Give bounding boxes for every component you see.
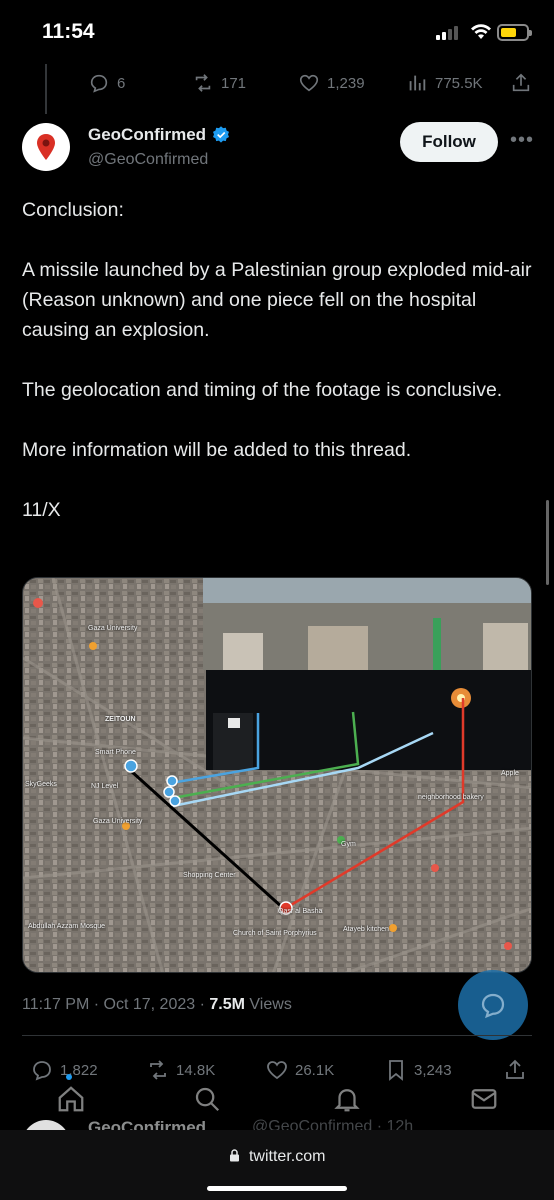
- map-label: NJ Level: [91, 783, 119, 790]
- cellular-signal-icon: [436, 26, 458, 40]
- status-bar: 11:54: [0, 0, 554, 64]
- follow-button[interactable]: Follow: [400, 122, 498, 162]
- map-label: Church of Saint Porphyrius: [233, 930, 317, 937]
- location-pin-icon: [37, 134, 55, 160]
- map-label: Atayeb kitchen: [343, 926, 389, 933]
- map-label: SkyGeeks: [25, 781, 57, 788]
- tweet-paragraph: More information will be added to this t…: [22, 439, 412, 461]
- map-label: Gaza University: [93, 818, 143, 825]
- author-name[interactable]: GeoConfirmed: [88, 125, 231, 145]
- bottom-tab-bar: [0, 1076, 554, 1120]
- tweet-paragraph: Conclusion:: [22, 199, 124, 221]
- map-label: Gym: [341, 841, 356, 848]
- map-label: Apple: [501, 770, 519, 777]
- tweet-views-label: Views: [249, 996, 292, 1013]
- lock-icon: [229, 1149, 239, 1162]
- battery-icon: [497, 24, 532, 41]
- compose-icon: [481, 993, 505, 1019]
- thread-connector-line: [45, 64, 47, 114]
- compose-reply-button[interactable]: [458, 970, 528, 1040]
- reply-icon: [90, 74, 108, 93]
- map-pin-icon: [124, 759, 138, 773]
- wifi-icon: [471, 24, 491, 39]
- map-label: Gaza University: [88, 625, 138, 632]
- verified-icon: [213, 126, 230, 143]
- tweet-paragraph: A missile launched by a Palestinian grou…: [22, 259, 532, 341]
- url-display[interactable]: twitter.com: [0, 1148, 554, 1166]
- map-label: Shopping Center: [183, 872, 236, 879]
- tweet-views-count: 7.5M: [209, 996, 245, 1013]
- notification-dot: [66, 1074, 72, 1080]
- repost-icon: [195, 74, 211, 92]
- author-handle[interactable]: @GeoConfirmed: [88, 151, 208, 169]
- tweet-time[interactable]: 11:17 PM: [22, 996, 89, 1013]
- map-label: neighborhood bakery: [418, 794, 484, 801]
- tweet-text: Conclusion: A missile launched by a Pale…: [22, 195, 532, 525]
- map-label: Smart Phone: [95, 749, 136, 756]
- tweet-paragraph: 11/X: [22, 499, 61, 521]
- previous-tweet-stats: 6 171 1,239 775.5K: [88, 70, 533, 96]
- map-pin-icon: [163, 786, 175, 798]
- prev-share-button[interactable]: [510, 72, 532, 94]
- search-icon[interactable]: [192, 1084, 222, 1114]
- tweet-meta: 11:17 PM · Oct 17, 2023 · 7.5M Views: [22, 996, 292, 1013]
- author-avatar[interactable]: [22, 123, 70, 171]
- map-pin-icon: [169, 795, 181, 807]
- author-name-text: GeoConfirmed: [88, 125, 207, 144]
- prev-repost-count: 171: [221, 74, 247, 92]
- prev-reply-count: 6: [117, 74, 126, 92]
- prev-views-count: 775.5K: [435, 74, 483, 92]
- prev-views-button[interactable]: 775.5K: [406, 72, 483, 94]
- prev-repost-button[interactable]: 171: [192, 72, 246, 94]
- prev-like-button[interactable]: 1,239: [298, 72, 365, 94]
- scrollbar[interactable]: [546, 500, 549, 585]
- home-indicator[interactable]: [207, 1186, 347, 1191]
- browser-url-bar[interactable]: twitter.com: [0, 1130, 554, 1200]
- share-icon: [512, 73, 530, 92]
- tweet-media-image[interactable]: Gaza University ZEITOUN Smart Phone SkyG…: [22, 577, 532, 973]
- tweet-paragraph: The geolocation and timing of the footag…: [22, 379, 503, 401]
- bell-icon[interactable]: [332, 1084, 362, 1114]
- map-label: Qasr al Basha: [278, 908, 323, 915]
- home-icon[interactable]: [56, 1084, 86, 1114]
- prev-like-count: 1,239: [327, 74, 365, 92]
- map-label: Abdullah Azzam Mosque: [28, 923, 106, 930]
- prev-reply-button[interactable]: 6: [88, 72, 125, 94]
- divider: [22, 1035, 532, 1036]
- map-pin-icon: [166, 775, 178, 787]
- views-icon: [409, 75, 426, 91]
- url-text: twitter.com: [248, 1148, 326, 1165]
- status-time: 11:54: [42, 20, 95, 43]
- map-label: ZEITOUN: [105, 716, 136, 723]
- like-icon: [299, 74, 319, 92]
- more-options-icon[interactable]: •••: [510, 130, 534, 150]
- mail-icon[interactable]: [469, 1084, 499, 1114]
- tweet-date[interactable]: Oct 17, 2023: [104, 996, 196, 1013]
